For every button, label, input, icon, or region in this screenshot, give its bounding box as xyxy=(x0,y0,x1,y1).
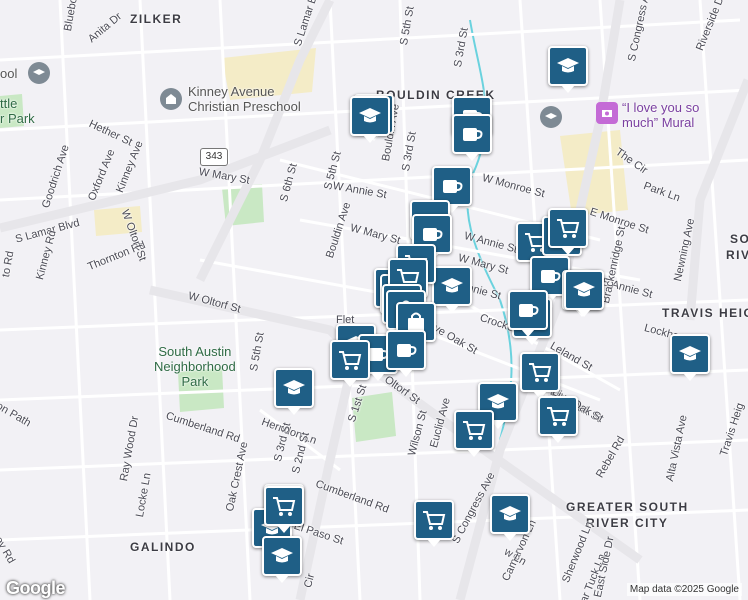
school-icon xyxy=(571,277,597,303)
area-label: SO xyxy=(730,232,748,246)
camera-pin-icon[interactable] xyxy=(596,102,618,124)
poi-label[interactable]: ttle r Park xyxy=(0,96,35,126)
grocery-icon xyxy=(271,493,297,519)
school-marker[interactable] xyxy=(350,96,390,143)
poi-label[interactable]: South Austin Neighborhood Park xyxy=(154,344,236,389)
cafe-icon xyxy=(459,121,485,147)
grocery-icon xyxy=(527,359,553,385)
cafe-marker[interactable] xyxy=(386,330,426,377)
school-marker[interactable] xyxy=(274,368,314,415)
school-icon xyxy=(497,501,523,527)
school-icon xyxy=(269,543,295,569)
grocery-icon xyxy=(337,347,363,373)
area-label: TRAVIS HEIG xyxy=(662,306,748,320)
highway-shield: 343 xyxy=(200,148,228,166)
school-pin-icon[interactable] xyxy=(540,106,562,128)
cafe-icon xyxy=(439,173,465,199)
map-canvas[interactable]: ZILKER BOULDIN CREEK TRAVIS HEIG SO RIVE… xyxy=(0,0,748,600)
cafe-icon xyxy=(393,337,419,363)
grocery-marker[interactable] xyxy=(264,486,304,533)
grocery-marker[interactable] xyxy=(330,340,370,387)
area-label: RIVER CITY xyxy=(586,516,669,530)
poi-label[interactable]: ool xyxy=(0,66,17,81)
school-icon xyxy=(555,53,581,79)
poi-label[interactable]: “I love you so much” Mural xyxy=(622,100,699,130)
grocery-marker[interactable] xyxy=(548,208,588,255)
school-icon xyxy=(677,341,703,367)
area-label: GALINDO xyxy=(130,540,196,554)
cafe-marker[interactable] xyxy=(508,290,548,337)
grocery-marker[interactable] xyxy=(538,396,578,443)
school-icon xyxy=(439,273,465,299)
grocery-icon xyxy=(421,507,447,533)
cafe-icon xyxy=(515,297,541,323)
grocery-icon xyxy=(545,403,571,429)
school-icon xyxy=(281,375,307,401)
school-marker[interactable] xyxy=(432,266,472,313)
cafe-marker[interactable] xyxy=(452,114,492,161)
place-pin-icon[interactable] xyxy=(160,88,182,110)
creek xyxy=(466,19,513,441)
poi-label[interactable]: Kinney Avenue Christian Preschool xyxy=(188,84,301,114)
school-marker[interactable] xyxy=(262,536,302,583)
google-logo: Google xyxy=(6,578,66,598)
map-attribution[interactable]: Map data ©2025 Google xyxy=(626,583,742,596)
grocery-marker[interactable] xyxy=(454,410,494,457)
area-label: RIVE xyxy=(726,248,748,262)
school-marker[interactable] xyxy=(548,46,588,93)
area-label: ZILKER xyxy=(130,12,183,26)
grocery-icon xyxy=(555,215,581,241)
cafe-icon xyxy=(537,263,563,289)
grocery-marker[interactable] xyxy=(414,500,454,547)
school-pin-icon[interactable] xyxy=(28,62,50,84)
area-label: GREATER SOUTH xyxy=(566,500,689,514)
school-marker[interactable] xyxy=(564,270,604,317)
school-icon xyxy=(357,103,383,129)
school-marker[interactable] xyxy=(490,494,530,541)
grocery-icon xyxy=(461,417,487,443)
school-marker[interactable] xyxy=(670,334,710,381)
grocery-marker[interactable] xyxy=(520,352,560,399)
